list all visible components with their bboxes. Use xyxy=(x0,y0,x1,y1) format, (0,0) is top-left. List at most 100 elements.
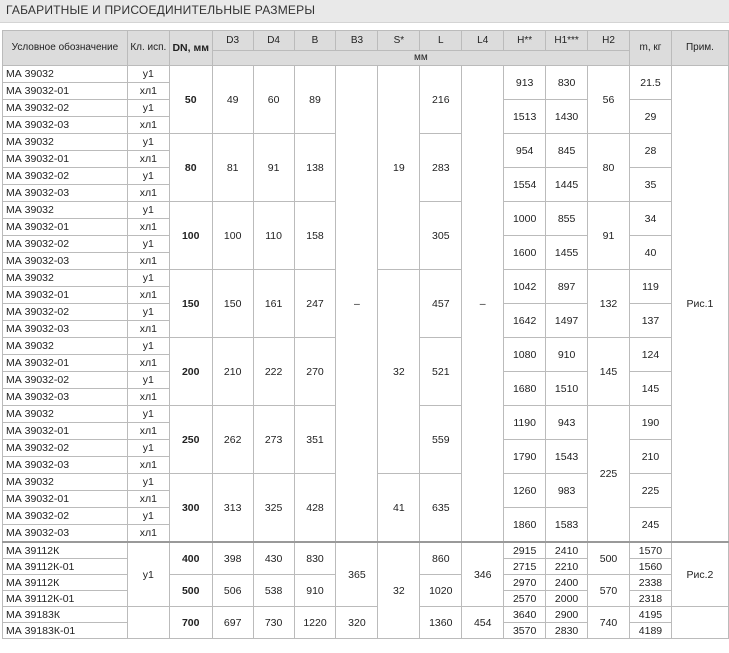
l4-cell: – xyxy=(461,65,505,543)
h1-cell: 845 xyxy=(545,133,589,168)
d3-cell: 210 xyxy=(211,337,254,406)
col-m: m, кг xyxy=(628,30,672,66)
h1-cell: 2830 xyxy=(545,622,589,639)
h-cell: 1790 xyxy=(503,439,547,474)
h-cell: 2715 xyxy=(503,558,547,575)
d4-cell: 273 xyxy=(252,405,295,474)
h-cell: 1554 xyxy=(503,167,547,202)
h1-cell: 830 xyxy=(545,65,589,100)
b3-cell: – xyxy=(335,65,379,543)
version-cell: хл1 xyxy=(126,218,170,236)
dn-cell: 80 xyxy=(168,133,213,202)
designation-cell: МА 39032 xyxy=(2,405,128,423)
l-cell: 305 xyxy=(419,201,463,270)
l-cell: 860 xyxy=(419,541,463,575)
version-cell: у1 xyxy=(126,133,170,151)
designation-cell: МА 39032-03 xyxy=(2,524,128,543)
version-cell: у1 xyxy=(126,99,170,117)
version-cell: хл1 xyxy=(126,388,170,406)
version-cell: у1 xyxy=(126,167,170,185)
h-cell: 1042 xyxy=(503,269,547,304)
b-cell: 910 xyxy=(293,574,337,607)
table-row: МА 39112К у1 400 398 430 830 365 32 860 346 2915 24… xyxy=(2,541,729,639)
l-cell: 635 xyxy=(419,473,463,543)
table-row: МА 39183К 700 697 730 1220 320 1360 454 3640 2900… xyxy=(2,606,729,639)
version-cell: у1 xyxy=(126,235,170,253)
version-cell: у1 xyxy=(126,473,170,491)
h2-cell: 740 xyxy=(587,606,630,639)
h1-cell: 983 xyxy=(545,473,589,508)
col-dn: DN, мм xyxy=(168,30,213,66)
col-h: H** xyxy=(503,30,547,51)
d3-cell: 81 xyxy=(211,133,254,202)
l-cell: 1360 xyxy=(419,606,463,639)
units-mm: мм xyxy=(211,50,630,66)
designation-cell: МА 39032-02 xyxy=(2,303,128,321)
h1-cell: 1583 xyxy=(545,507,589,543)
h2-cell: 91 xyxy=(587,201,630,270)
designation-cell: МА 39032 xyxy=(2,269,128,287)
h-cell: 1000 xyxy=(503,201,547,236)
m-cell: 245 xyxy=(628,507,672,543)
h1-cell: 1445 xyxy=(545,167,589,202)
designation-cell: МА 39032 xyxy=(2,133,128,151)
designation-cell: МА 39032-01 xyxy=(2,354,128,372)
l-cell: 457 xyxy=(419,269,463,338)
s-cell: 32 xyxy=(377,541,421,639)
header-row: Условное обозначение Кл. исп. DN, мм D3 … xyxy=(2,30,729,66)
version-cell: хл1 xyxy=(126,286,170,304)
h-cell: 913 xyxy=(503,65,547,100)
h2-cell: 570 xyxy=(587,574,630,607)
d3-cell: 262 xyxy=(211,405,254,474)
designation-cell: МА 39032-03 xyxy=(2,320,128,338)
h2-cell: 132 xyxy=(587,269,630,338)
designation-cell: МА 39032-03 xyxy=(2,456,128,474)
dn-cell: 100 xyxy=(168,201,213,270)
dn-cell: 400 xyxy=(168,541,213,575)
h1-cell: 910 xyxy=(545,337,589,372)
h1-cell: 2410 xyxy=(545,541,589,559)
h-cell: 1860 xyxy=(503,507,547,543)
designation-cell: МА 39032-03 xyxy=(2,252,128,270)
designation-cell: МА 39183К xyxy=(2,606,128,623)
h1-cell: 2900 xyxy=(545,606,589,623)
l-cell: 1020 xyxy=(419,574,463,607)
designation-cell: МА 39032-01 xyxy=(2,218,128,236)
l-cell: 283 xyxy=(419,133,463,202)
version-cell: у1 xyxy=(126,337,170,355)
col-s: S* xyxy=(377,30,421,51)
version-cell: хл1 xyxy=(126,252,170,270)
version-cell: хл1 xyxy=(126,184,170,202)
h-cell: 954 xyxy=(503,133,547,168)
col-note: Прим. xyxy=(670,30,729,66)
version-cell: хл1 xyxy=(126,422,170,440)
version-cell: у1 xyxy=(126,269,170,287)
version-cell: у1 xyxy=(126,303,170,321)
d4-cell: 60 xyxy=(252,65,295,134)
version-cell: у1 xyxy=(126,439,170,457)
version-cell: у1 xyxy=(126,405,170,423)
m-cell: 21.5 xyxy=(628,65,672,100)
section-title-bar: ГАБАРИТНЫЕ И ПРИСОЕДИНИТЕЛЬНЫЕ РАЗМЕРЫ xyxy=(0,0,729,23)
l-cell: 559 xyxy=(419,405,463,474)
col-l: L xyxy=(419,30,463,51)
designation-cell: МА 39032-02 xyxy=(2,167,128,185)
l-cell: 521 xyxy=(419,337,463,406)
m-cell: 34 xyxy=(628,201,672,236)
m-cell: 35 xyxy=(628,167,672,202)
s-cell: 41 xyxy=(377,473,421,543)
l4-cell: 346 xyxy=(461,541,505,607)
b3-cell: 365 xyxy=(335,541,379,607)
dn-cell: 50 xyxy=(168,65,213,134)
h1-cell: 1510 xyxy=(545,371,589,406)
h1-cell: 1497 xyxy=(545,303,589,338)
h1-cell: 1430 xyxy=(545,99,589,134)
b-cell: 830 xyxy=(293,541,337,575)
dimensions-table: Условное обозначение Кл. исп. DN, мм D3 … xyxy=(2,30,729,639)
b-cell: 428 xyxy=(293,473,337,543)
m-cell: 4195 xyxy=(628,606,672,623)
m-cell: 145 xyxy=(628,371,672,406)
designation-cell: МА 39032 xyxy=(2,201,128,219)
dn-cell: 500 xyxy=(168,574,213,607)
h-cell: 2570 xyxy=(503,590,547,607)
